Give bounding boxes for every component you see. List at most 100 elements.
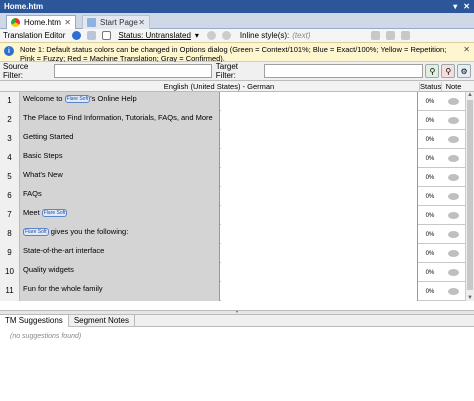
info-icon[interactable] [72,31,82,40]
note-cell[interactable] [441,130,465,149]
note-cell[interactable] [441,149,465,168]
source-cell[interactable]: What's New [20,168,220,187]
status-icon [102,31,112,40]
note-cell[interactable] [441,168,465,187]
source-cell[interactable]: Fun for the whole family [20,282,220,301]
target-cell[interactable] [221,206,418,225]
source-cell[interactable]: Flare Soft gives you the following: [20,225,220,244]
filter-options-icon[interactable]: ⚙ [457,64,472,78]
target-cell[interactable] [221,244,418,263]
tab-start-page[interactable]: Start Page ✕ [82,15,150,29]
source-filter-input[interactable] [53,64,212,78]
comment-bubble-icon[interactable] [447,193,459,200]
note-cell[interactable] [441,263,465,282]
comment-bubble-icon[interactable] [447,231,459,238]
tag-icon[interactable] [370,31,380,40]
target-cell[interactable] [221,168,418,187]
scroll-up-icon[interactable]: ▲ [467,92,473,98]
tab-segment-notes[interactable]: Segment Notes [69,315,135,327]
filter-apply-icon[interactable]: ⚲ [425,64,440,78]
target-cell[interactable] [221,92,418,111]
target-cell[interactable] [221,111,418,130]
table-row[interactable]: 2 The Place to Find Information, Tutorial… [0,111,465,130]
note-cell[interactable] [441,206,465,225]
table-row[interactable]: 5 What's New 0% [0,168,465,187]
comment-bubble-icon[interactable] [447,288,459,295]
close-icon[interactable]: ✕ [463,45,470,54]
document-tabs: Home.htm ✕ Start Page ✕ [0,13,474,29]
status-dropdown[interactable]: Status: Untranslated [118,31,190,40]
source-text-post: 's Online Help [90,94,137,103]
source-text-pre: Fun for the whole family [23,284,103,293]
row-number: 11 [0,282,20,301]
target-cell[interactable] [221,149,418,168]
tag-chip[interactable]: Flare Soft [64,95,91,104]
target-cell[interactable] [221,130,418,149]
table-row[interactable]: 4 Basic Steps 0% [0,149,465,168]
tab-close-icon[interactable]: ✕ [138,18,145,27]
source-cell[interactable]: Welcome to Flare Soft's Online Help [20,92,220,111]
target-cell[interactable] [221,263,418,282]
target-cell[interactable] [221,225,418,244]
comment-bubble-icon[interactable] [447,155,459,162]
close-window-icon[interactable]: ✕ [463,2,470,11]
table-row[interactable]: 10 Quality widgets 0% [0,263,465,282]
filter-clear-icon[interactable]: ⚲ [441,64,456,78]
table-row[interactable]: 3 Getting Started 0% [0,130,465,149]
next-icon[interactable] [221,31,231,40]
source-text-pre: Getting Started [23,132,74,141]
comment-bubble-icon[interactable] [447,174,459,181]
target-cell[interactable] [221,282,418,301]
note-cell[interactable] [441,111,465,130]
source-cell[interactable]: State-of-the-art interface [20,244,220,263]
table-row[interactable]: 6 FAQs 0% [0,187,465,206]
comment-bubble-icon[interactable] [447,136,459,143]
tab-tm-suggestions[interactable]: TM Suggestions [0,315,69,327]
note-cell[interactable] [441,187,465,206]
source-text-pre: FAQs [23,189,42,198]
tag-chip[interactable]: Flare Soft [41,209,68,218]
source-cell[interactable]: The Place to Find Information, Tutorials… [20,111,220,130]
status-percent: 0% [425,156,435,162]
note-cell[interactable] [441,244,465,263]
target-filter-input[interactable] [263,64,424,78]
pin-icon[interactable]: ▾ [453,2,457,11]
table-row[interactable]: 7 Meet Flare Soft 0% [0,206,465,225]
edit-icon[interactable] [400,31,410,40]
scroll-down-icon[interactable]: ▼ [467,295,473,301]
tab-close-icon[interactable]: ✕ [64,18,71,27]
note-cell[interactable] [441,282,465,301]
source-cell[interactable]: FAQs [20,187,220,206]
source-cell[interactable]: Basic Steps [20,149,220,168]
source-cell[interactable]: Quality widgets [20,263,220,282]
scrollbar-thumb[interactable] [467,100,473,290]
source-text-pre: The Place to Find Information, Tutorials… [23,113,213,122]
comment-bubble-icon[interactable] [447,212,459,219]
vertical-scrollbar[interactable]: ▲ ▼ [465,92,474,301]
comment-bubble-icon[interactable] [447,250,459,257]
table-row[interactable]: 11 Fun for the whole family 0% [0,282,465,301]
tag-chip[interactable]: Flare Soft [23,228,49,237]
copy-icon[interactable] [385,31,395,40]
table-row[interactable]: 1 Welcome to Flare Soft's Online Help 0% [0,92,465,111]
row-number: 1 [0,92,20,111]
comment-bubble-icon[interactable] [447,98,459,105]
table-row[interactable]: 8 Flare Soft gives you the following: 0% [0,225,465,244]
row-number: 6 [0,187,20,206]
source-cell[interactable]: Meet Flare Soft [20,206,220,225]
tab-home[interactable]: Home.htm ✕ [6,15,76,29]
target-cell[interactable] [221,187,418,206]
note-cell[interactable] [441,225,465,244]
status-percent: 0% [425,289,435,295]
comment-bubble-icon[interactable] [447,269,459,276]
tab-start-label: Start Page [100,18,138,27]
prev-icon[interactable] [206,31,216,40]
source-text-pre: Welcome to [23,94,65,103]
source-cell[interactable]: Getting Started [20,130,220,149]
chevron-down-icon[interactable]: ▾ [195,31,199,40]
inline-style-value[interactable]: (text) [292,31,310,40]
table-row[interactable]: 9 State-of-the-art interface 0% [0,244,465,263]
segment-icon[interactable] [87,31,97,40]
note-cell[interactable] [441,92,465,111]
comment-bubble-icon[interactable] [447,117,459,124]
